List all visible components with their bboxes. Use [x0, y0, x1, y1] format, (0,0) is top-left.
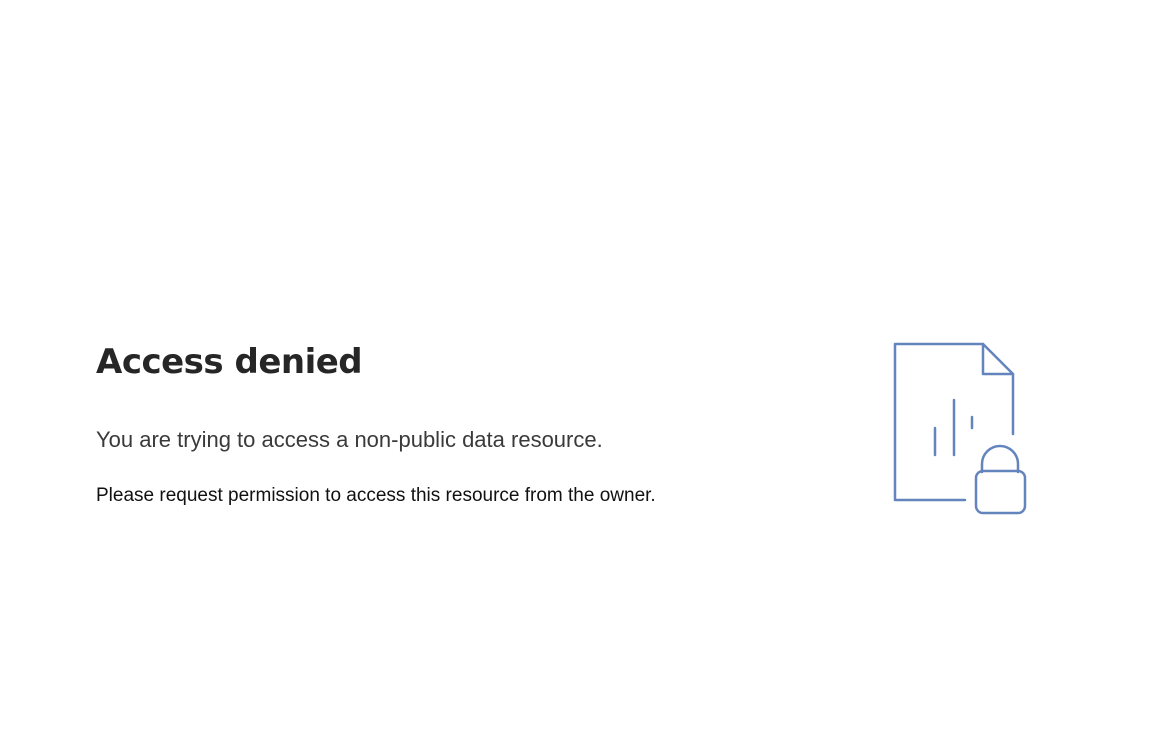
page-title: Access denied [96, 342, 363, 382]
error-hint: Please request permission to access this… [96, 485, 656, 506]
locked-document-icon [893, 342, 1028, 516]
lock-shackle [980, 444, 1020, 474]
lock-body [974, 469, 1027, 515]
error-subtitle: You are trying to access a non-public da… [96, 427, 603, 452]
access-denied-page: Access denied You are trying to access a… [0, 0, 1152, 747]
error-message: Access denied You are trying to access a… [96, 338, 796, 508]
